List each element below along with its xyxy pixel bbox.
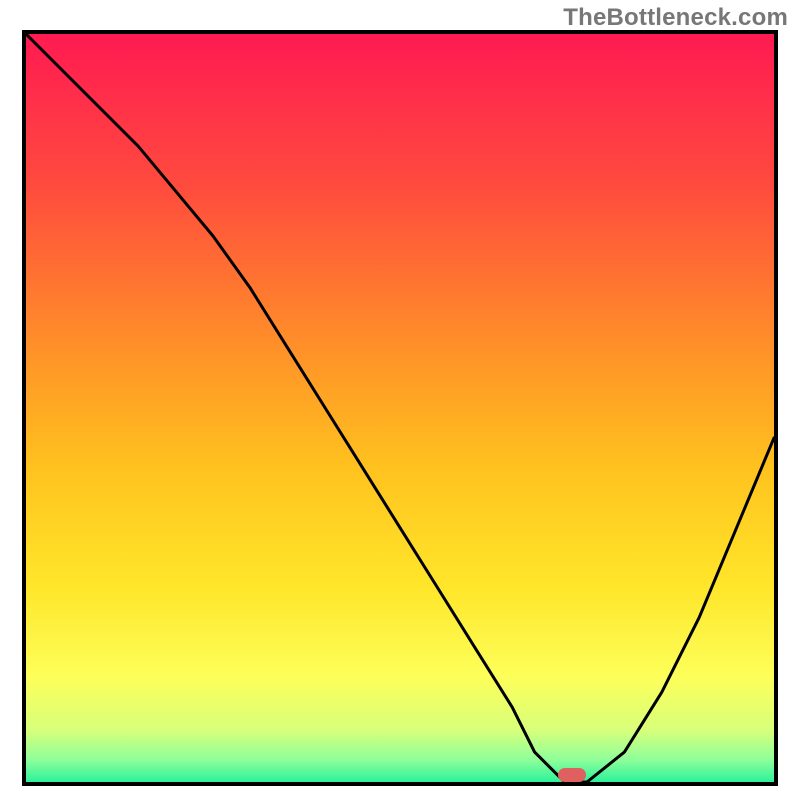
plot-frame [22, 30, 778, 786]
plot-svg [26, 34, 774, 782]
min-marker [558, 768, 586, 782]
chart-stage: TheBottleneck.com [0, 0, 800, 800]
watermark-text: TheBottleneck.com [563, 4, 788, 32]
